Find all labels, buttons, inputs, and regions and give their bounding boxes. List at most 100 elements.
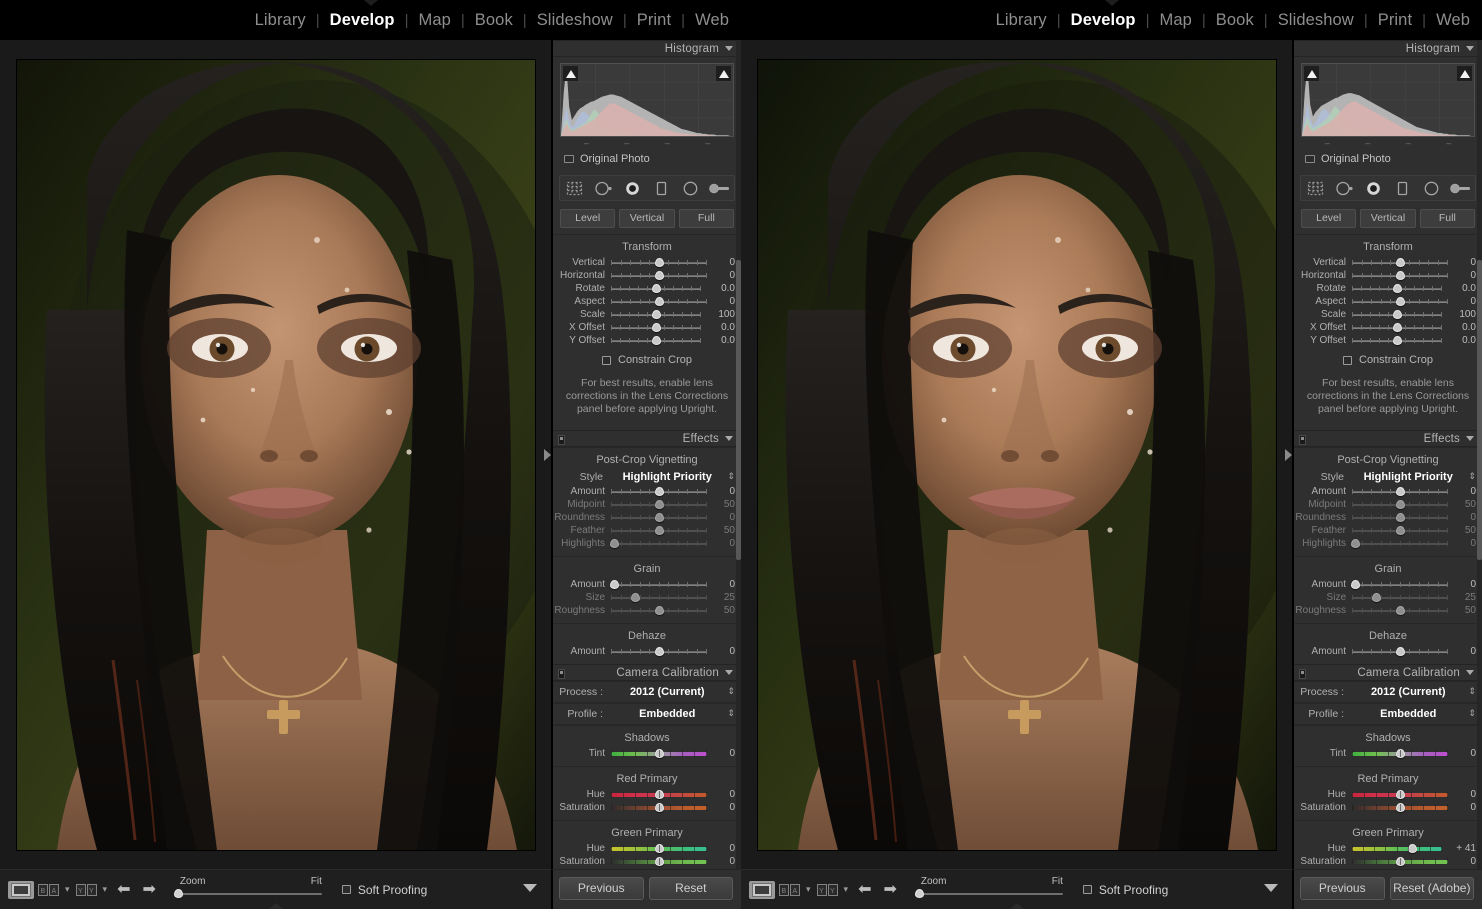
constrain-crop-checkbox[interactable] xyxy=(602,355,611,365)
arrow-right-icon[interactable]: ➡ xyxy=(136,881,161,898)
histogram-right[interactable] xyxy=(1301,63,1475,137)
adjustment-brush-icon[interactable] xyxy=(708,178,732,198)
slider-track[interactable] xyxy=(611,512,707,524)
updown-caret-icon[interactable]: ⇕ xyxy=(1464,472,1476,481)
slider-track[interactable] xyxy=(1352,748,1448,760)
module-print[interactable]: Print xyxy=(1368,11,1422,30)
slider-knob[interactable] xyxy=(654,257,664,267)
arrow-right-icon[interactable]: ➡ xyxy=(877,881,902,898)
slider-value[interactable]: 50 xyxy=(1448,499,1476,510)
zoom-track[interactable] xyxy=(914,892,1063,895)
slider-track[interactable] xyxy=(611,322,701,334)
slider-knob[interactable] xyxy=(654,512,664,522)
slider-track[interactable] xyxy=(1352,296,1448,308)
slider-value[interactable]: 0 xyxy=(1448,802,1476,813)
red-eye-correction-icon[interactable] xyxy=(1362,178,1386,198)
original-photo-row[interactable]: Original Photo xyxy=(560,147,734,168)
slider-track[interactable] xyxy=(1352,605,1448,617)
compare-view-icon[interactable]: BA xyxy=(36,881,62,899)
slider-knob[interactable] xyxy=(654,296,664,306)
slider-value[interactable]: 0 xyxy=(1448,748,1476,759)
compare-view-caret-icon[interactable]: ▾ xyxy=(806,884,811,895)
vignette-style-row[interactable]: Style Highlight Priority ⇕ xyxy=(553,469,741,485)
slider-track[interactable] xyxy=(1352,499,1448,511)
slider-value[interactable]: 0.0 xyxy=(701,335,735,346)
slider-knob[interactable] xyxy=(1395,525,1405,535)
zoom-track[interactable] xyxy=(173,892,322,895)
slider-value[interactable]: 0.0 xyxy=(1442,335,1476,346)
left-photo-preview[interactable] xyxy=(16,59,535,850)
camera-calibration-panel-switch[interactable] xyxy=(558,669,565,679)
right-panel-scrollbar[interactable] xyxy=(1477,40,1482,869)
slider-value[interactable]: 0 xyxy=(1448,789,1476,800)
process-value[interactable]: 2012 (Current) xyxy=(611,686,723,698)
histogram-left[interactable] xyxy=(560,63,734,137)
camera-calibration-panel-header[interactable]: Camera Calibration xyxy=(553,664,741,681)
chevron-down-icon[interactable] xyxy=(523,884,537,892)
upright-level-button[interactable]: Level xyxy=(560,209,616,228)
module-book[interactable]: Book xyxy=(465,11,523,30)
red-eye-correction-icon[interactable] xyxy=(621,178,645,198)
chevron-down-icon[interactable] xyxy=(1466,670,1474,675)
slider-knob[interactable] xyxy=(1395,605,1405,615)
vignette-style-row[interactable]: Style Highlight Priority ⇕ xyxy=(1294,469,1482,485)
slider-track[interactable] xyxy=(1352,257,1448,269)
process-value[interactable]: 2012 (Current) xyxy=(1352,686,1464,698)
slider-value[interactable]: 0 xyxy=(1448,486,1476,497)
reset-button[interactable]: Reset xyxy=(648,877,733,900)
module-book[interactable]: Book xyxy=(1206,11,1264,30)
slider-value[interactable]: 0 xyxy=(707,257,735,268)
zoom-slider-group[interactable]: Zoom Fit xyxy=(172,876,322,904)
slider-track[interactable] xyxy=(1351,538,1448,550)
updown-caret-icon[interactable]: ⇕ xyxy=(723,687,735,696)
upright-level-button[interactable]: Level xyxy=(1301,209,1357,228)
loupe-view-icon[interactable] xyxy=(749,880,775,899)
left-image-area[interactable] xyxy=(0,40,551,869)
slider-track[interactable] xyxy=(611,270,707,282)
slider-knob[interactable] xyxy=(1395,270,1405,280)
slider-value[interactable]: 0 xyxy=(1448,296,1476,307)
slider-knob[interactable] xyxy=(1395,257,1405,267)
module-map[interactable]: Map xyxy=(408,11,460,30)
slider-track[interactable] xyxy=(611,856,707,868)
slider-value[interactable]: 0 xyxy=(707,296,735,307)
histogram-panel-header[interactable]: Histogram xyxy=(553,40,741,57)
slider-knob[interactable] xyxy=(1392,335,1402,345)
updown-caret-icon[interactable]: ⇕ xyxy=(723,472,735,481)
highlight-clipping-indicator[interactable] xyxy=(716,66,731,81)
right-panel-scroll-thumb[interactable] xyxy=(1477,260,1482,560)
profile-value[interactable]: Embedded xyxy=(1352,708,1464,720)
slider-track[interactable] xyxy=(1352,856,1448,868)
module-library[interactable]: Library xyxy=(245,11,316,30)
survey-view-caret-icon[interactable]: ▾ xyxy=(103,884,108,895)
slider-value[interactable]: 0.0 xyxy=(1442,322,1476,333)
slider-knob[interactable] xyxy=(1392,283,1402,293)
effects-panel-switch[interactable] xyxy=(1299,435,1306,445)
loupe-view-icon[interactable] xyxy=(8,880,34,899)
left-panel-collapse-arrow[interactable] xyxy=(544,448,551,461)
updown-caret-icon[interactable]: ⇕ xyxy=(1464,709,1476,718)
module-library[interactable]: Library xyxy=(986,11,1057,30)
upright-vertical-button[interactable]: Vertical xyxy=(619,209,675,228)
previous-button[interactable]: Previous xyxy=(1300,877,1385,900)
slider-knob[interactable] xyxy=(651,335,661,345)
constrain-crop-checkbox[interactable] xyxy=(1343,355,1352,365)
radial-filter-icon[interactable] xyxy=(1420,178,1444,198)
slider-value[interactable]: 0 xyxy=(707,538,735,549)
slider-track[interactable] xyxy=(611,646,707,658)
slider-knob[interactable] xyxy=(654,605,664,615)
slider-value[interactable]: 0 xyxy=(1448,538,1476,549)
slider-knob[interactable] xyxy=(1395,296,1405,306)
module-map[interactable]: Map xyxy=(1149,11,1201,30)
slider-track[interactable] xyxy=(1352,283,1442,295)
updown-caret-icon[interactable]: ⇕ xyxy=(723,709,735,718)
slider-value[interactable]: 0 xyxy=(707,646,735,657)
chevron-down-icon[interactable] xyxy=(1264,884,1278,892)
slider-knob[interactable] xyxy=(1392,322,1402,332)
slider-track[interactable] xyxy=(611,605,707,617)
slider-value[interactable]: 50 xyxy=(1448,525,1476,536)
module-develop[interactable]: Develop xyxy=(1061,11,1146,30)
slider-track[interactable] xyxy=(611,486,707,498)
soft-proofing-checkbox[interactable] xyxy=(341,885,351,894)
chevron-down-icon[interactable] xyxy=(725,670,733,675)
